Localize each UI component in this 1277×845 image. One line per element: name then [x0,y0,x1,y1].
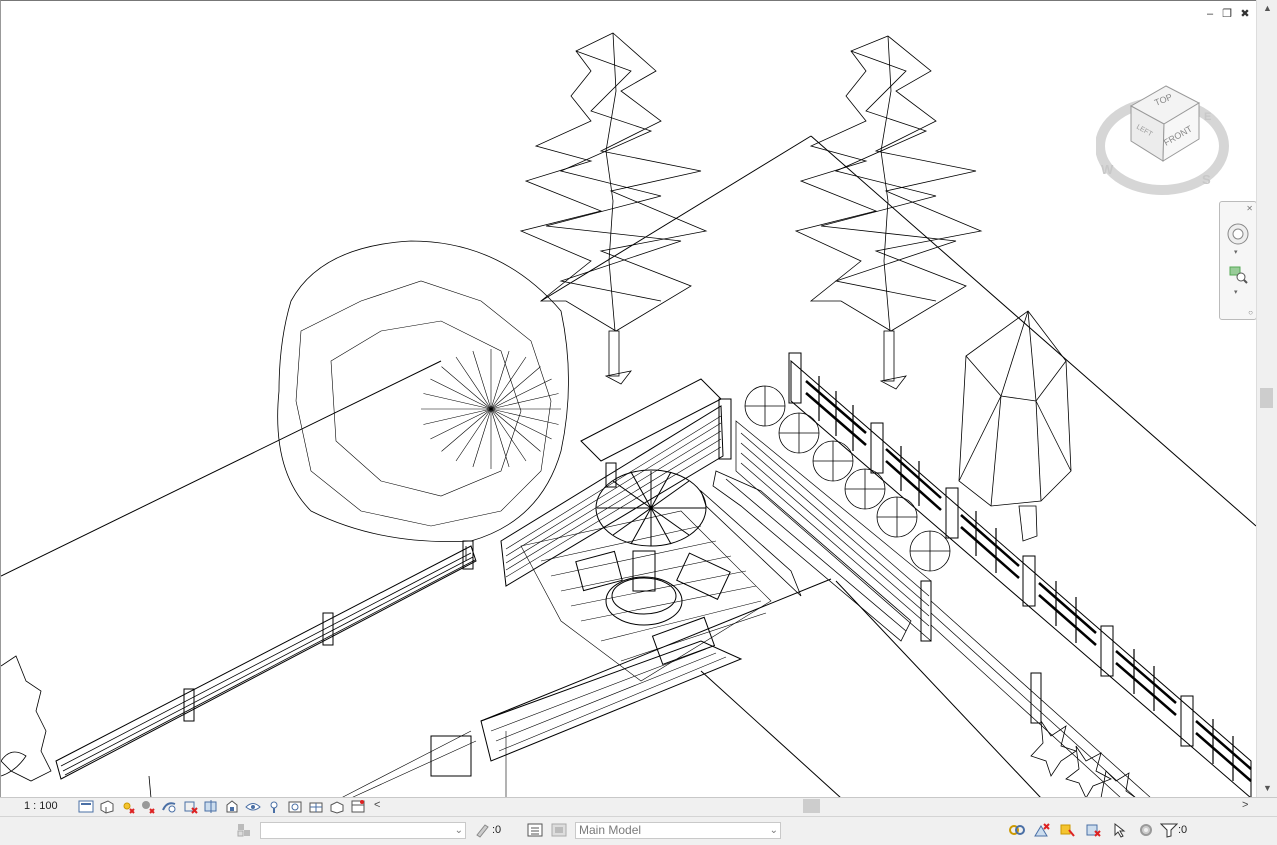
workset-dropdown[interactable]: ⌄ [260,822,466,839]
show-analytical-model-icon[interactable] [308,799,324,814]
minimize-icon[interactable]: ‒ [1203,8,1217,20]
restore-icon[interactable]: ❐ [1220,8,1234,20]
navbar-close-icon[interactable]: ✕ [1246,204,1253,213]
viewcube[interactable]: TOP LEFT FRONT W S E [1096,76,1236,201]
drawing-viewport[interactable]: ‒ ❐ ✖ TOP LEFT FRONT W S E ✕ ▾ ▾ ○ [0,0,1257,798]
lock-3d-view-icon[interactable] [224,799,240,814]
terrace-fence [500,378,732,587]
horizontal-scroll-thumb[interactable] [803,799,820,813]
close-icon[interactable]: ✖ [1238,8,1252,20]
conifer-left [519,32,708,385]
steering-wheel-dropdown-icon[interactable]: ▾ [1234,248,1238,256]
corner-shrub [1,655,152,798]
highlight-displacement-icon[interactable] [329,799,345,814]
planter [700,470,912,642]
vertical-scrollbar[interactable]: ▲ ▼ [1256,0,1277,797]
editable-only-icon[interactable] [473,822,491,838]
inner-fence [735,420,1152,798]
zoom-region-icon[interactable] [1228,264,1248,284]
drag-elements-icon[interactable] [1110,822,1128,838]
editable-count: :0 [492,824,502,836]
filter-count: :0 [1178,824,1188,836]
umbrella [575,469,731,665]
conifer-right [794,35,983,390]
bottom-bushes [1030,720,1137,798]
navigation-bar: ✕ ▾ ▾ ○ [1219,201,1257,320]
navbar-options-icon[interactable]: ○ [1248,308,1253,317]
temporary-hide-icon[interactable] [245,799,261,814]
design-option-dropdown[interactable]: Main Model ⌄ [575,822,781,839]
active-design-option-icon[interactable] [550,822,568,838]
design-options-icon[interactable] [526,822,544,838]
vertical-scroll-thumb[interactable] [1260,388,1273,408]
detail-level-icon[interactable] [78,799,94,814]
scroll-left-icon[interactable]: < [374,799,380,811]
zoom-dropdown-icon[interactable]: ▾ [1234,288,1238,296]
oval-tree [958,310,1072,542]
select-by-face-icon[interactable] [1084,822,1102,838]
view-control-bar: 1 : 100 < > [0,797,1277,816]
left-fence [55,540,477,780]
crop-region-icon[interactable] [203,799,219,814]
visual-style-icon[interactable] [99,799,115,814]
worksets-icon[interactable] [235,822,253,838]
chevron-down-icon: ⌄ [454,825,463,836]
chevron-down-icon: ⌄ [769,825,778,836]
scroll-up-icon[interactable]: ▲ [1257,3,1277,13]
rendering-icon[interactable] [161,799,177,814]
design-option-value: Main Model [579,823,642,837]
3d-model-view[interactable] [1,1,1257,798]
round-tree [277,240,569,561]
scroll-right-icon[interactable]: > [1242,799,1248,811]
deck [340,510,772,798]
background-processes-icon[interactable] [1137,822,1155,838]
compass-w-label[interactable]: W [1101,162,1114,177]
filter-icon[interactable] [1160,822,1178,838]
sun-path-icon[interactable] [119,799,135,814]
steering-wheel-icon[interactable] [1226,222,1250,246]
select-pinned-icon[interactable] [1058,822,1076,838]
select-underlay-icon[interactable] [1033,822,1051,838]
reveal-hidden-icon[interactable] [266,799,282,814]
reveal-constraints-icon[interactable] [350,799,366,814]
status-bar: ⌄ :0 Main Model ⌄ :0 [0,816,1277,845]
scroll-down-icon[interactable]: ▼ [1257,783,1277,793]
compass-s-label[interactable]: S [1202,172,1211,187]
compass-e-label[interactable]: E [1204,111,1211,123]
view-scale[interactable]: 1 : 100 [24,800,58,812]
temporary-view-properties-icon[interactable] [287,799,303,814]
shadows-icon[interactable] [140,799,156,814]
select-links-icon[interactable] [1008,822,1026,838]
crop-view-icon[interactable] [182,799,198,814]
